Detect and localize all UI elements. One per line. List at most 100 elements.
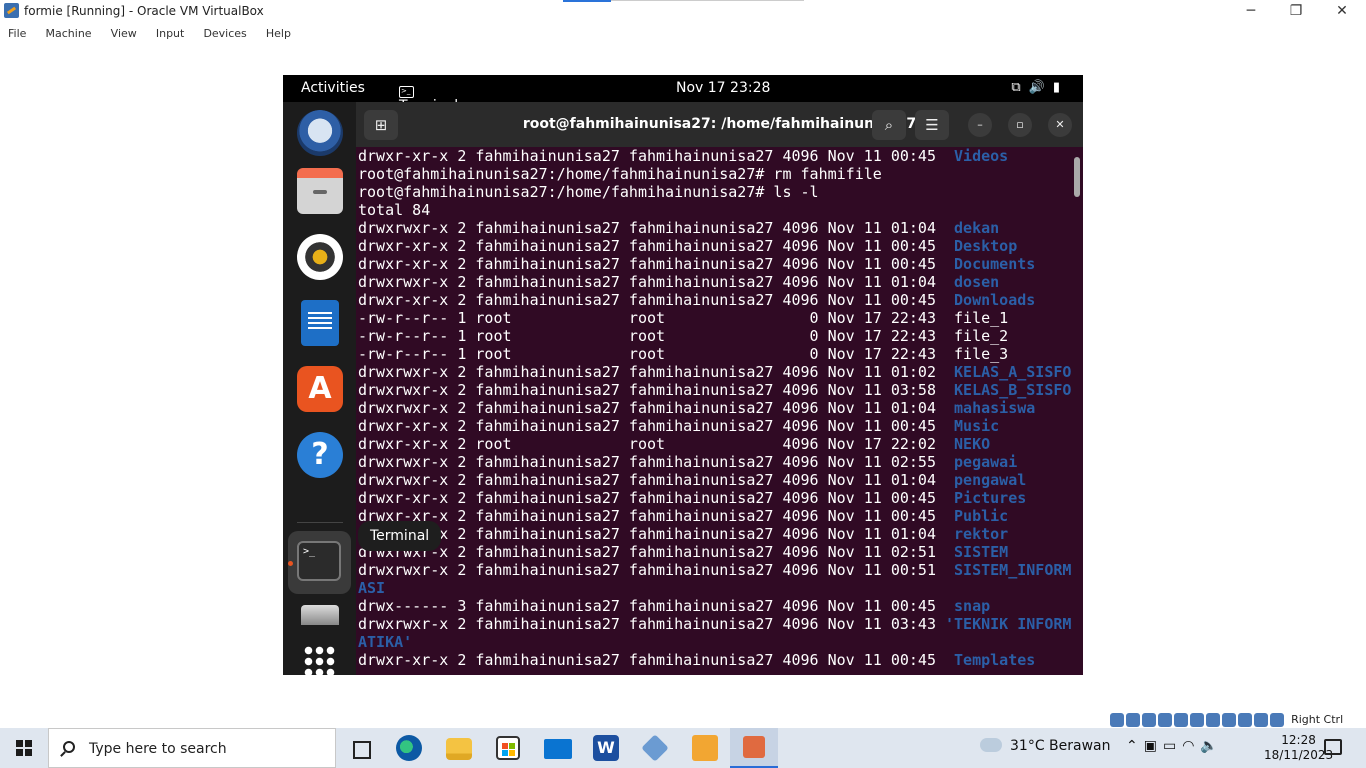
maximize-icon[interactable]: ▫: [1008, 113, 1032, 137]
files-icon[interactable]: [297, 168, 343, 214]
terminal-line: drwxrwxr-x 2 fahmihainunisa27 fahmihainu…: [358, 381, 1083, 399]
virtualbox-icon[interactable]: [641, 734, 669, 762]
search-button[interactable]: ⌕: [872, 110, 906, 140]
keyboard-icon[interactable]: [1270, 712, 1284, 727]
notification-icon[interactable]: [1324, 739, 1342, 755]
chevron-up-icon[interactable]: ⌃: [1126, 738, 1144, 754]
help-icon[interactable]: ?: [297, 432, 343, 478]
store-icon[interactable]: [496, 736, 520, 760]
terminal-icon: >_: [399, 86, 414, 98]
terminal-line: drwxrwxr-x 2 fahmihainunisa27 fahmihainu…: [358, 453, 1083, 471]
start-button[interactable]: [0, 728, 48, 768]
writer-icon[interactable]: [301, 300, 339, 346]
dock-separator: [297, 522, 343, 523]
menu-view[interactable]: View: [111, 24, 137, 44]
terminal-line: root@fahmihainunisa27:/home/fahmihainuni…: [358, 165, 1083, 183]
display-icon[interactable]: [1206, 712, 1220, 727]
directory-name: dekan: [954, 219, 1000, 237]
clock[interactable]: Nov 17 23:28: [676, 80, 770, 96]
terminal-output[interactable]: drwxr-xr-x 2 fahmihainunisa27 fahmihainu…: [356, 147, 1083, 675]
line-text: drwxr-xr-x 2 root root 4096 Nov 17 22:02: [358, 435, 955, 453]
line-text: total 84: [358, 201, 431, 219]
directory-name: snap: [954, 597, 991, 615]
virtualbox-titlebar: formie [Running] - Oracle VM VirtualBox …: [0, 0, 1366, 22]
directory-name: NEKO: [954, 435, 991, 453]
activities-button[interactable]: Activities: [301, 80, 365, 96]
line-text: -rw-r--r-- 1 root root 0 Nov 17 22:43 fi…: [358, 327, 1009, 345]
recording-icon[interactable]: [1222, 712, 1236, 727]
directory-name: KELAS_A_SISFO: [954, 363, 1072, 381]
cpu-icon[interactable]: [1238, 712, 1252, 727]
terminal-icon: >_: [297, 541, 341, 581]
usb-icon[interactable]: [1174, 712, 1188, 727]
minimize-icon[interactable]: –: [968, 113, 992, 137]
system-tray[interactable]: ⌃▣▭◠🔈: [1126, 738, 1224, 754]
terminal-line: drwxr-xr-x 2 fahmihainunisa27 fahmihainu…: [358, 291, 1083, 309]
terminal-line: drwxrwxr-x 2 fahmihainunisa27 fahmihainu…: [358, 561, 1083, 579]
directory-name: pengawal: [954, 471, 1027, 489]
line-text: drwxrwxr-x 2 fahmihainunisa27 fahmihainu…: [358, 543, 955, 561]
disk-icon[interactable]: [301, 605, 339, 625]
wifi-icon[interactable]: ◠: [1182, 738, 1200, 754]
directory-name: Videos: [954, 147, 1009, 165]
edge-icon[interactable]: [396, 735, 422, 761]
virtualbox-manager-icon[interactable]: [692, 735, 718, 761]
mini-toolbar-line: [611, 0, 804, 1]
scrollbar[interactable]: [1074, 157, 1080, 197]
audio-icon[interactable]: [1142, 712, 1156, 727]
show-apps-icon[interactable]: [303, 645, 335, 675]
menu-file[interactable]: File: [8, 24, 26, 44]
menu-input[interactable]: Input: [156, 24, 184, 44]
line-text: drwx------ 3 fahmihainunisa27 fahmihainu…: [358, 597, 955, 615]
rhythmbox-icon[interactable]: [297, 234, 343, 280]
taskbar-clock[interactable]: 12:28 18/11/2023: [1264, 733, 1333, 763]
system-tray[interactable]: ⧉🔊▮: [1011, 80, 1068, 95]
volume-icon[interactable]: 🔈: [1200, 738, 1223, 754]
line-text: drwxr-xr-x 2 fahmihainunisa27 fahmihainu…: [358, 147, 955, 165]
battery-icon[interactable]: ▭: [1163, 738, 1182, 754]
mail-icon[interactable]: [544, 739, 572, 759]
window-title: formie [Running] - Oracle VM VirtualBox: [24, 4, 264, 18]
word-icon[interactable]: W: [593, 735, 619, 761]
network-icon[interactable]: [1158, 712, 1172, 727]
line-text: root@fahmihainunisa27:/home/fahmihainuni…: [358, 165, 882, 183]
line-text: -rw-r--r-- 1 root root 0 Nov 17 22:43 fi…: [358, 309, 1009, 327]
guest-display[interactable]: Activities >_Terminal Nov 17 23:28 ⧉🔊▮ A…: [283, 75, 1083, 675]
terminal-line: drwxr-xr-x 2 fahmihainunisa27 fahmihainu…: [358, 507, 1083, 525]
directory-name: ATIKA': [358, 633, 413, 651]
line-text: drwxrwxr-x 2 fahmihainunisa27 fahmihainu…: [358, 273, 955, 291]
task-view-icon[interactable]: [348, 732, 382, 764]
menu-devices[interactable]: Devices: [203, 24, 246, 44]
directory-name: SISTEM: [954, 543, 1009, 561]
line-text: drwxrwxr-x 2 fahmihainunisa27 fahmihainu…: [358, 615, 945, 633]
dock-terminal-active[interactable]: >_: [288, 531, 351, 594]
line-text: root@fahmihainunisa27:/home/fahmihainuni…: [358, 183, 819, 201]
menu-machine[interactable]: Machine: [46, 24, 92, 44]
file-explorer-icon[interactable]: [446, 738, 472, 760]
running-vm-taskbar-button[interactable]: [730, 728, 778, 768]
menu-help[interactable]: Help: [266, 24, 291, 44]
directory-name: dosen: [954, 273, 1000, 291]
terminal-headerbar: ⊞ root@fahmihainunisa27: /home/fahmihain…: [356, 102, 1083, 147]
close-icon[interactable]: ✕: [1048, 113, 1072, 137]
terminal-window[interactable]: ⊞ root@fahmihainunisa27: /home/fahmihain…: [356, 102, 1083, 675]
thunderbird-icon[interactable]: [297, 110, 343, 156]
restore-button[interactable]: ❐: [1281, 2, 1311, 20]
mouse-icon[interactable]: [1254, 712, 1268, 727]
battery-icon: ▮: [1052, 80, 1068, 95]
tray-app-icon[interactable]: ▣: [1144, 738, 1163, 754]
close-button[interactable]: ✕: [1327, 2, 1357, 20]
hamburger-menu-button[interactable]: ☰: [915, 110, 949, 140]
optical-icon[interactable]: [1126, 712, 1140, 727]
windows-taskbar: Type here to search W 31°C Berawan ⌃▣▭◠🔈…: [0, 728, 1366, 768]
app-center-icon[interactable]: A: [297, 366, 343, 412]
line-text: drwxr-xr-x 2 fahmihainunisa27 fahmihainu…: [358, 507, 955, 525]
terminal-line: drwxr-xr-x 2 fahmihainunisa27 fahmihainu…: [358, 255, 1083, 273]
search-box[interactable]: Type here to search: [48, 728, 336, 768]
line-text: drwxr-xr-x 2 fahmihainunisa27 fahmihainu…: [358, 489, 955, 507]
terminal-line: -rw-r--r-- 1 root root 0 Nov 17 22:43 fi…: [358, 309, 1083, 327]
shared-folder-icon[interactable]: [1190, 712, 1204, 727]
weather-widget[interactable]: 31°C Berawan: [980, 738, 1111, 754]
hdd-icon[interactable]: [1110, 712, 1124, 727]
minimize-button[interactable]: ─: [1236, 2, 1266, 20]
